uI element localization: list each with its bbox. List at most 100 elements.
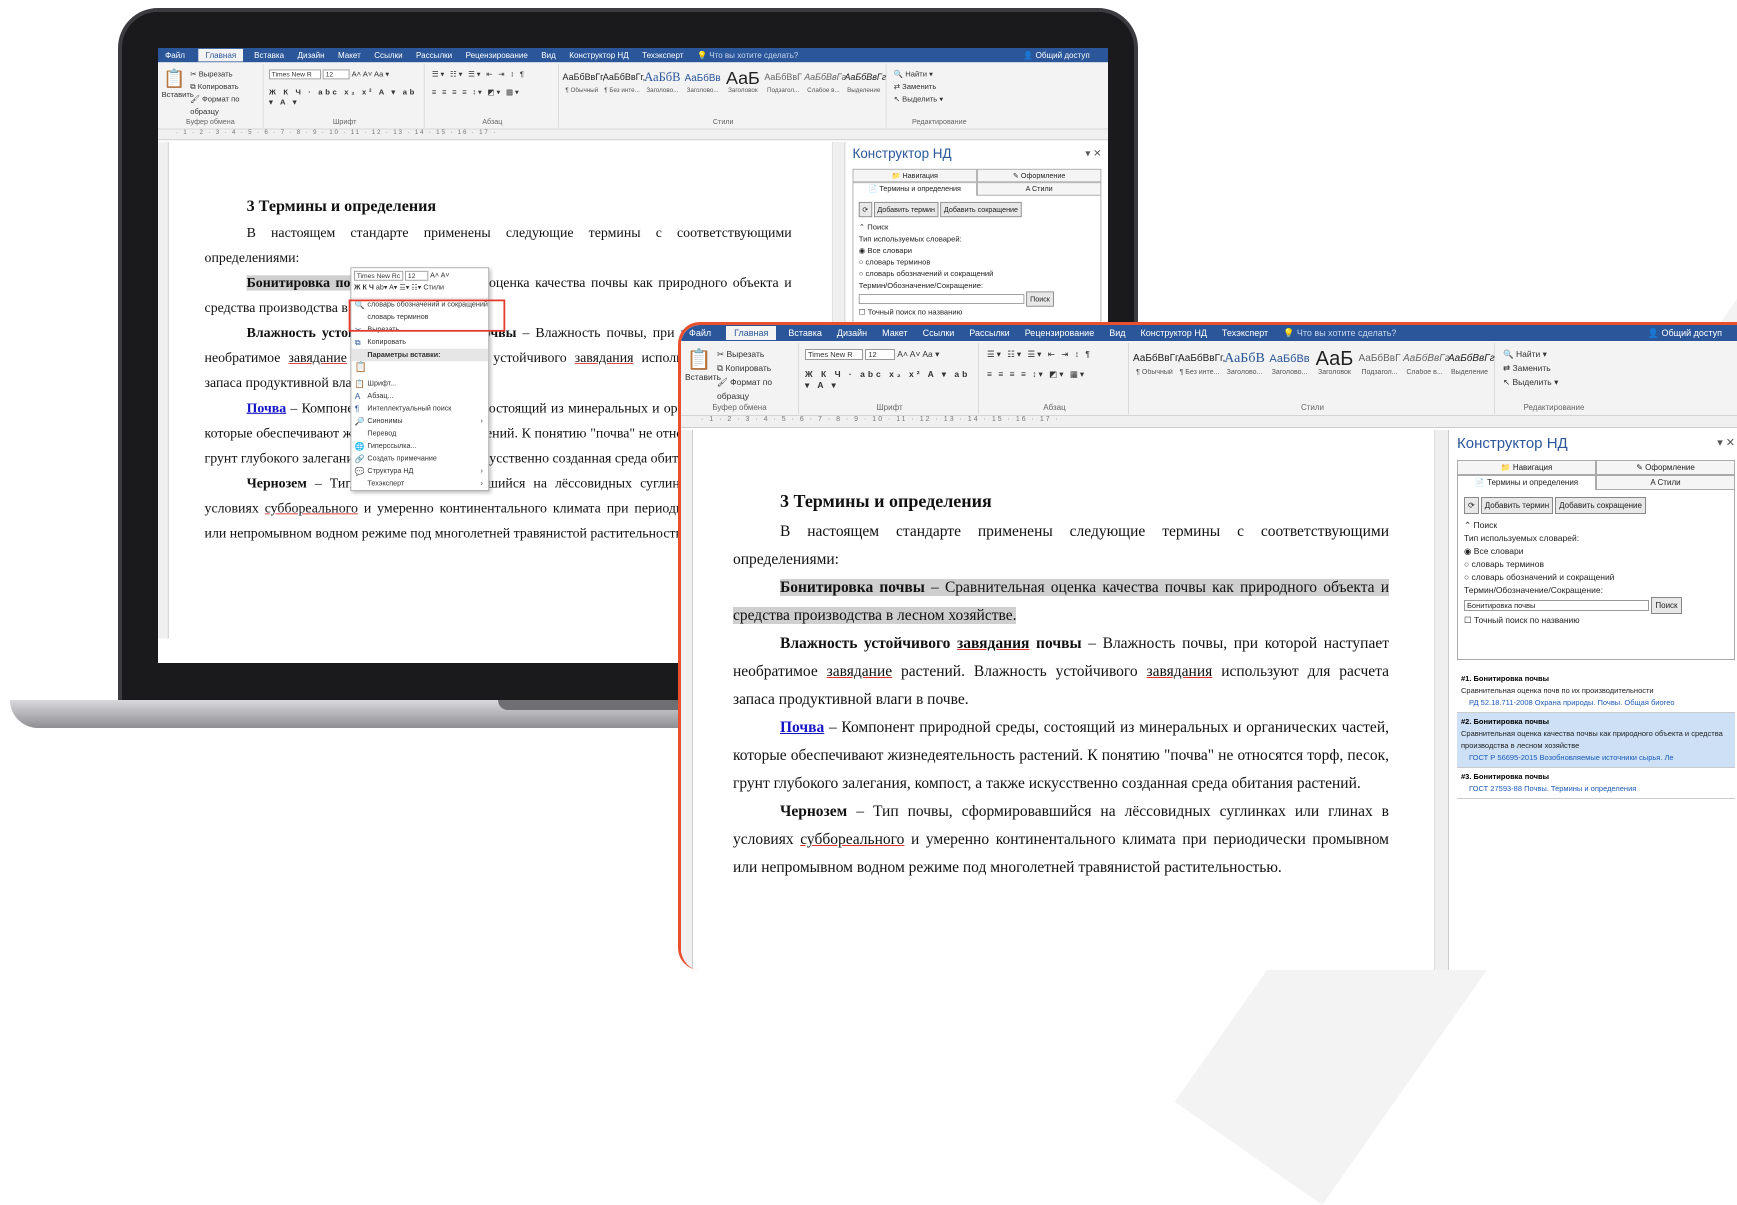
vertical-scrollbar[interactable] <box>1434 430 1448 970</box>
result-source-link[interactable]: ГОСТ Р 56695-2015 Возобновляемые источни… <box>1461 752 1731 764</box>
close-icon[interactable]: ▾ ✕ <box>1085 147 1101 159</box>
menu-item-smart-lookup[interactable]: ¶ Интеллектуальный поиск <box>351 402 488 415</box>
tab-terms[interactable]: 📄 Термины и определения <box>1457 475 1596 490</box>
radio-abbr-dictionary[interactable]: ○ словарь обозначений и сокращений <box>1464 571 1728 584</box>
style-heading2[interactable]: АаБбВв Заголово... <box>683 69 721 101</box>
mini-font-select[interactable]: Times New Rc <box>354 270 404 281</box>
tab-home[interactable]: Главная <box>198 48 244 62</box>
style-no-spacing[interactable]: АаБбВвГг, ¶ Без инте... <box>603 69 645 101</box>
tab-references[interactable]: Ссылки <box>374 51 402 60</box>
tab-styles[interactable]: A Стили <box>976 182 1102 196</box>
menu-item-nd-structure[interactable]: 💬 Структура НД › <box>351 465 488 478</box>
radio-terms-dictionary[interactable]: ○ словарь терминов <box>859 257 1095 269</box>
tab-view[interactable]: Вид <box>541 51 556 60</box>
grow-font-icon[interactable]: A˄ A˅ Aa ▾ <box>897 349 939 359</box>
menu-item-paragraph[interactable]: A Абзац... <box>351 390 488 403</box>
paste-button[interactable]: 📋 Вставить <box>162 68 194 99</box>
align-buttons[interactable]: ≡ ≡ ≡ ≡ ↕▾ ◩▾ ▦▾ <box>987 369 1086 380</box>
tab-review[interactable]: Рецензирование <box>466 51 528 60</box>
style-subtitle[interactable]: АаБбВвГ Подзагол... <box>764 69 802 101</box>
refresh-icon[interactable]: ⟳ <box>1464 497 1479 514</box>
close-icon[interactable]: ▾ ✕ <box>1717 436 1735 449</box>
tab-navigation[interactable]: 📁 Навигация <box>1457 460 1596 475</box>
tab-nd-constructor[interactable]: Конструктор НД <box>569 51 628 60</box>
style-subtitle[interactable]: АаБбВвГ Подзагол... <box>1358 349 1401 385</box>
tab-layout[interactable]: Макет <box>882 328 907 338</box>
style-emphasis[interactable]: АаБбВвГг Выделение <box>844 69 886 101</box>
mini-size-select[interactable]: 12 <box>405 270 429 281</box>
style-emphasis[interactable]: АаБбВвГг Выделение <box>1448 349 1495 385</box>
style-heading1[interactable]: АаБбВ Заголово... <box>1223 349 1266 385</box>
result-source-link[interactable]: ГОСТ 27593-88 Почвы. Термины и определен… <box>1461 783 1731 795</box>
share-button[interactable]: 👤 Общий доступ <box>1023 50 1103 60</box>
style-title[interactable]: АаБ Заголовок <box>724 69 762 101</box>
menu-item-font[interactable]: 📋 Шрифт... <box>351 377 488 390</box>
menu-item-new-comment[interactable]: 🔗 Создать примечание <box>351 453 488 466</box>
term-3-link[interactable]: Почва <box>247 401 287 416</box>
term-search-input[interactable]: Бонитировка почвы <box>1464 600 1649 612</box>
format-painter-button[interactable]: 🖌 Формат по образцу <box>717 375 798 403</box>
horizontal-ruler[interactable]: · 1 · 2 · 3 · 4 · 5 · 6 · 7 · 8 · 9 · 10… <box>158 129 1108 141</box>
tab-navigation[interactable]: 📁 Навигация <box>852 168 977 183</box>
add-term-button[interactable]: Добавить термин <box>873 201 939 218</box>
paste-keep-icon[interactable]: 📋 <box>351 361 488 377</box>
font-name-select[interactable]: Times New R <box>268 69 321 80</box>
font-size-select[interactable]: 12 <box>323 69 350 80</box>
tell-me-search[interactable]: 💡 Что вы хотите сделать? <box>697 50 812 60</box>
result-item[interactable]: #3. Бонитировка почвы ГОСТ 27593-88 Почвы… <box>1457 768 1735 799</box>
style-normal[interactable]: АаБбВвГг, ¶ Обычный <box>1133 349 1180 385</box>
find-button[interactable]: 🔍 Найти ▾ <box>1503 347 1558 361</box>
copy-button[interactable]: ⧉ Копировать <box>190 80 262 93</box>
cut-button[interactable]: ✂ Вырезать <box>190 68 262 81</box>
paste-button[interactable]: 📋 Вставить <box>685 347 721 382</box>
font-size-select[interactable]: 12 <box>865 349 896 361</box>
result-item-selected[interactable]: #2. Бонитировка почвы Сравнительная оценк… <box>1457 713 1735 768</box>
result-item[interactable]: #1. Бонитировка почвы Сравнительная оценк… <box>1457 670 1735 713</box>
replace-button[interactable]: ⇄ Заменить <box>894 80 944 93</box>
tab-formatting[interactable]: ✎ Оформление <box>976 168 1102 183</box>
tab-design[interactable]: Дизайн <box>297 51 324 60</box>
cut-button[interactable]: ✂ Вырезать <box>717 347 798 361</box>
share-button[interactable]: 👤 Общий доступ <box>1648 328 1737 339</box>
replace-button[interactable]: ⇄ Заменить <box>1503 361 1558 375</box>
style-normal[interactable]: АаБбВвГг, ¶ Обычный <box>563 69 605 101</box>
refresh-icon[interactable]: ⟳ <box>858 201 872 218</box>
tab-view[interactable]: Вид <box>1109 328 1125 338</box>
tab-formatting[interactable]: ✎ Оформление <box>1596 460 1735 475</box>
radio-terms-dictionary[interactable]: ○ словарь терминов <box>1464 558 1728 571</box>
tab-styles[interactable]: A Стили <box>1596 475 1735 490</box>
grow-font-icon[interactable]: A˄ A˅ Aa ▾ <box>352 69 390 78</box>
list-buttons[interactable]: ☰▾ ☷▾ ☰▾ ⇤ ⇥ ↕ ¶ <box>987 349 1092 360</box>
style-no-spacing[interactable]: АаБбВвГг, ¶ Без инте... <box>1178 349 1225 385</box>
term-3-link[interactable]: Почва <box>780 719 824 736</box>
copy-button[interactable]: ⧉ Копировать <box>717 361 798 375</box>
select-button[interactable]: ↖ Выделить ▾ <box>1503 375 1558 389</box>
add-abbreviation-button[interactable]: Добавить сокращение <box>1555 497 1646 514</box>
search-section[interactable]: ⌃ Поиск <box>859 222 1095 234</box>
font-format-buttons[interactable]: Ж К Ч · abc x₂ x² A ▾ ab ▾ A ▾ <box>805 369 978 391</box>
document-page[interactable]: 3 Термины и определения В настоящем стан… <box>733 486 1389 882</box>
tab-insert[interactable]: Вставка <box>254 51 284 60</box>
style-subtle-emphasis[interactable]: АаБбВвГг Слабое в... <box>1403 349 1450 385</box>
select-button[interactable]: ↖ Выделить ▾ <box>894 93 944 106</box>
style-title[interactable]: АаБ Заголовок <box>1313 349 1356 385</box>
menu-item-translate[interactable]: Перевод <box>351 427 488 440</box>
tab-layout[interactable]: Макет <box>338 51 361 60</box>
exact-search-checkbox[interactable]: ☐ Точный поиск по названию <box>1464 614 1728 627</box>
tab-home[interactable]: Главная <box>726 326 777 340</box>
tab-mailings[interactable]: Рассылки <box>969 328 1009 338</box>
tab-nd-constructor[interactable]: Конструктор НД <box>1141 328 1207 338</box>
radio-all-dictionaries[interactable]: ◉ Все словари <box>1464 545 1728 558</box>
align-buttons[interactable]: ≡ ≡ ≡ ≡ ↕▾ ◩▾ ▦▾ <box>432 87 521 97</box>
radio-all-dictionaries[interactable]: ◉ Все словари <box>859 245 1095 257</box>
format-painter-button[interactable]: 🖌 Формат по образцу <box>190 93 262 118</box>
tab-review[interactable]: Рецензирование <box>1025 328 1095 338</box>
tab-references[interactable]: Ссылки <box>923 328 955 338</box>
font-format-buttons[interactable]: Ж К Ч · abc x₂ x² A ▾ ab ▾ A ▾ <box>269 87 424 107</box>
horizontal-ruler[interactable]: · 1 · 2 · 3 · 4 · 5 · 6 · 7 · 8 · 9 · 10… <box>681 416 1737 428</box>
style-heading2[interactable]: АаБбВв Заголово... <box>1268 349 1311 385</box>
tab-insert[interactable]: Вставка <box>788 328 821 338</box>
search-button[interactable]: Поиск <box>1026 291 1054 307</box>
tab-file[interactable]: Файл <box>165 51 185 60</box>
exact-search-checkbox[interactable]: ☐ Точный поиск по названию <box>859 307 1095 319</box>
